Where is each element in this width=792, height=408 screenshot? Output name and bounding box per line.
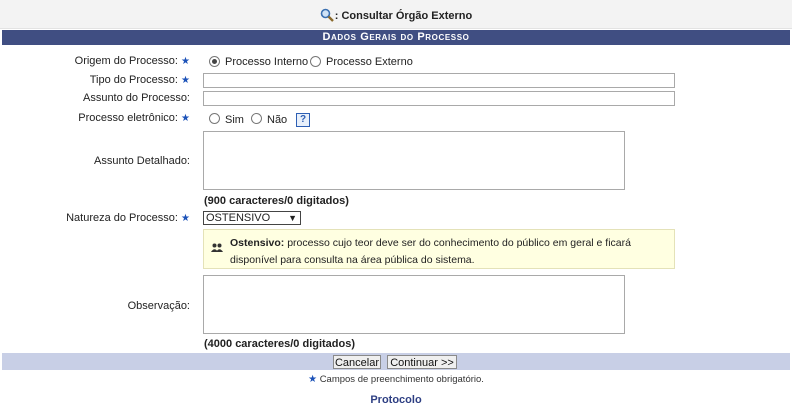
observacao-label: Observação:	[127, 300, 190, 312]
people-icon	[211, 243, 223, 256]
magnifier-icon	[320, 8, 334, 25]
radio-processo-interno-label: Processo Interno	[225, 56, 309, 68]
assunto-detalhado-label: Assunto Detalhado:	[93, 155, 190, 167]
origem-label: Origem do Processo: ★	[74, 55, 190, 67]
assunto-processo-input[interactable]	[203, 91, 675, 106]
observacao-counter: (4000 caracteres/0 digitados)	[204, 338, 356, 350]
continue-button[interactable]: Continuar >>	[387, 355, 457, 369]
assunto-detalhado-textarea[interactable]	[203, 131, 625, 190]
tipo-processo-input[interactable]	[203, 73, 675, 88]
natureza-info-text: Ostensivo: processo cujo teor deve ser d…	[230, 237, 631, 266]
radio-eletronico-sim-label: Sim	[225, 114, 244, 126]
radio-eletronico-sim[interactable]	[209, 113, 220, 124]
radio-processo-externo-label: Processo Externo	[326, 56, 413, 68]
help-icon[interactable]: ?	[296, 113, 310, 127]
required-star-icon: ★	[308, 374, 318, 385]
dropdown-arrow-icon: ▼	[288, 213, 297, 223]
radio-processo-externo[interactable]	[310, 56, 321, 67]
radio-eletronico-nao[interactable]	[251, 113, 262, 124]
required-fields-note: ★ Campos de preenchimento obrigatório.	[308, 374, 484, 385]
tipo-label: Tipo do Processo: ★	[89, 74, 190, 86]
observacao-textarea[interactable]	[203, 275, 625, 334]
required-star-icon: ★	[181, 56, 190, 67]
natureza-select[interactable]: OSTENSIVO ▼	[203, 211, 301, 225]
radio-eletronico-nao-label: Não	[267, 114, 288, 126]
cancel-button[interactable]: Cancelar	[333, 355, 381, 369]
required-star-icon: ★	[181, 113, 190, 124]
eletronico-label: Processo eletrônico: ★	[78, 112, 190, 124]
natureza-label: Natureza do Processo: ★	[66, 212, 190, 224]
assunto-label: Assunto do Processo:	[82, 92, 190, 104]
page-title: : Consultar Órgão Externo	[0, 8, 792, 25]
required-star-icon: ★	[181, 213, 190, 224]
natureza-info-box: Ostensivo: processo cujo teor deve ser d…	[203, 229, 675, 269]
protocolo-link[interactable]: Protocolo	[0, 394, 792, 406]
assunto-detalhado-counter: (900 caracteres/0 digitados)	[204, 195, 349, 207]
radio-processo-interno[interactable]	[209, 56, 220, 67]
natureza-selected-value: OSTENSIVO	[206, 212, 271, 224]
section-header: Dados Gerais do Processo	[2, 30, 790, 45]
required-star-icon: ★	[181, 75, 190, 86]
